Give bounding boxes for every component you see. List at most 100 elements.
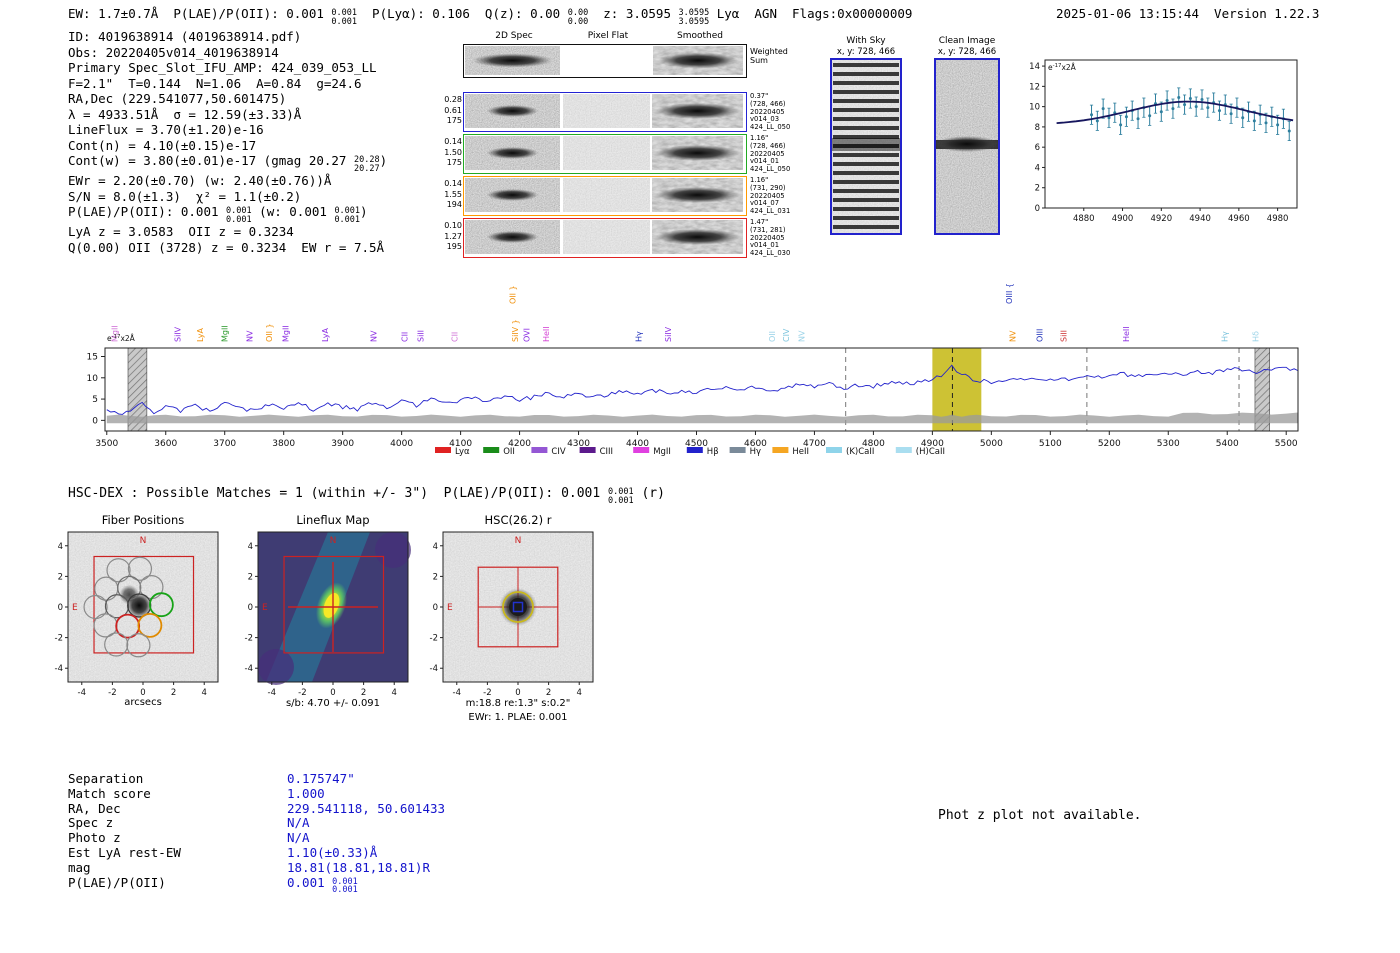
legend-label: Lyα — [455, 447, 470, 457]
image-strip — [652, 220, 743, 254]
x-tick-label: -2 — [483, 688, 491, 698]
spec2d-row-annotation: 1.16" (731, 290) 20220405 v014_07 424_LL_031 — [750, 176, 791, 216]
x-tick-label: 5400 — [1216, 439, 1239, 449]
match-table-value: 0.001 0.001 0.001 — [287, 875, 358, 895]
legend-label: CIV — [551, 447, 565, 457]
legend-label: HeII — [792, 447, 809, 457]
weighted-sum-label-line: Sum — [750, 56, 768, 65]
legend-label: (H)CaII — [916, 447, 945, 457]
info-line: λ = 4933.51Å σ = 12.59(±3.33)Å — [68, 107, 387, 123]
text-segment: Cont(n) = 4.10(±0.15)e-17 — [68, 137, 257, 153]
image-strip — [465, 136, 560, 170]
spec2d-col-header: Smoothed — [677, 31, 723, 41]
image-strip — [653, 46, 743, 75]
clean-image — [934, 58, 1000, 235]
weighted-sum-label: Weighted Sum — [750, 47, 788, 65]
x-tick-label: -4 — [453, 688, 461, 698]
x-tick-label: 0 — [515, 688, 520, 698]
x-tick-label: -2 — [298, 688, 306, 698]
info-line: S/N = 8.0(±1.3) χ² = 1.1(±0.2) — [68, 189, 387, 205]
text-segment: 0.175747" — [287, 771, 355, 786]
text-segment: N/A — [287, 830, 310, 846]
stacked-fraction: 0.00 0.00 — [567, 8, 589, 27]
emission-line-label: OIII { — [1005, 283, 1014, 304]
spec2d-row — [463, 92, 747, 132]
stacked-fraction: 0.001 0.001 — [226, 206, 252, 225]
legend-swatch — [826, 447, 842, 453]
emission-line-label: NV — [1009, 330, 1018, 342]
emission-line-label: LyA — [196, 328, 205, 342]
match-table-value: 18.81(18.81,18.81)R — [287, 860, 430, 875]
image-strip — [465, 94, 560, 128]
emission-line-label: SiIV — [174, 326, 183, 342]
data-point — [1101, 107, 1105, 111]
summary-header: EW: 1.7±0.7Å P(LAE)/P(OII): 0.001 0.001 0… — [68, 6, 912, 26]
text-segment: 229.541118, 50.601433 — [287, 800, 446, 816]
data-point — [1177, 96, 1181, 100]
y-tick-label: 8 — [1035, 123, 1040, 133]
info-line: P(LAE)/P(OII): 0.001 0.001 0.001 (w: 0.00… — [68, 204, 387, 224]
data-point — [1276, 123, 1280, 127]
north-label: N — [515, 536, 522, 546]
text-segment: (w: 0.001 — [251, 204, 335, 220]
legend-swatch — [686, 447, 703, 453]
full-spectrum-plot: 3500 3600 3700 3800 3900 4000 4100 4200 4300 4400… — [87, 283, 1299, 457]
y-tick-label: 5 — [92, 395, 98, 405]
flux-unit-label: e-17x2Å — [1048, 63, 1077, 72]
y-tick-label: 2 — [248, 572, 253, 582]
east-label: E — [262, 603, 268, 613]
x-tick-label: 4000 — [390, 439, 413, 449]
text-segment: z: 3.0595 — [588, 6, 679, 21]
text-segment: P(Lyα): 0.106 Q(z): 0.00 — [357, 6, 568, 21]
match-table-value: N/A — [287, 830, 310, 845]
match-table-label: Match score — [68, 785, 151, 801]
emission-line-label: NV — [369, 330, 378, 342]
image-strip — [563, 220, 650, 254]
data-point — [1217, 109, 1221, 113]
x-tick-label: 4980 — [1267, 214, 1289, 224]
match-table-value: N/A — [287, 815, 310, 830]
y-tick-label: 0 — [92, 416, 98, 426]
flux-unit-label: e-17x2Å — [107, 334, 136, 343]
text-segment: Obs: 20220405v014_4019638914 — [68, 44, 279, 60]
y-tick-label: 4 — [433, 542, 438, 552]
data-point — [1148, 114, 1152, 118]
info-line: LineFlux = 3.70(±1.20)e-16 — [68, 122, 387, 138]
text-segment: λ = 4933.51Å σ = 12.59(±3.33)Å — [68, 106, 302, 122]
emission-line-label: OII — [768, 331, 777, 342]
hsc-cutout: N E -4 -4 -2 -2 0 0 2 2 4 4 — [430, 531, 594, 698]
emission-line-label: Hγ — [635, 331, 644, 342]
y-tick-label: 4 — [58, 542, 63, 552]
text-segment: N/A — [287, 815, 310, 831]
text-segment: EW: 1.7±0.7Å P(LAE)/P(OII): 0.001 — [68, 6, 332, 21]
y-tick-label: 2 — [433, 572, 438, 582]
text-segment: RA,Dec (229.541077,50.601475) — [68, 91, 287, 106]
lineflux-map-cutout: N E -4 -4 -2 -2 0 0 2 2 4 4 — [245, 531, 411, 698]
text-segment: P(LAE)/P(OII): 0.001 — [68, 204, 227, 220]
x-tick-label: 5000 — [980, 439, 1003, 449]
x-tick-label: 3800 — [272, 439, 295, 449]
x-tick-label: 4 — [392, 688, 397, 698]
data-point — [1241, 116, 1245, 120]
y-tick-label: 10 — [1029, 103, 1040, 113]
y-tick-label: -2 — [245, 634, 253, 644]
y-tick-label: -2 — [430, 634, 438, 644]
match-table-value: 229.541118, 50.601433 — [287, 801, 445, 816]
emission-line-label: MgII — [221, 325, 230, 342]
y-tick-label: 2 — [1035, 184, 1040, 194]
data-point — [1264, 121, 1268, 125]
emission-line-label: CII — [401, 332, 410, 342]
y-tick-label: -4 — [55, 664, 63, 674]
data-point — [1229, 112, 1233, 116]
weighted-sum-label-line: Weighted — [750, 47, 788, 56]
match-table-label: Separation — [68, 771, 144, 786]
x-tick-label: 4940 — [1189, 214, 1211, 224]
text-segment: 1.10(±0.33)Å — [287, 844, 378, 860]
data-point — [1200, 98, 1204, 102]
legend-swatch — [772, 447, 789, 453]
legend-swatch — [579, 447, 596, 453]
match-table-label: RA, Dec — [68, 800, 121, 816]
match-table-label: Est LyA rest-EW — [68, 844, 181, 860]
match-table-value: 1.10(±0.33)Å — [287, 845, 377, 860]
image-strip — [563, 94, 650, 128]
